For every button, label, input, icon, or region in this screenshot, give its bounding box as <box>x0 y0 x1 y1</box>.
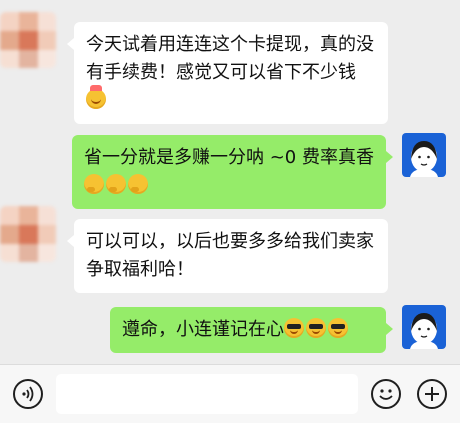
thinking-face-icon <box>106 174 126 194</box>
message-bubble-outgoing[interactable]: 省一分就是多赚一分呐 ~0 费率真香 <box>72 135 393 209</box>
party-face-icon <box>86 85 106 109</box>
message-text: 遵命，小连谨记在心 <box>122 319 284 340</box>
sunglasses-face-icon <box>328 318 348 338</box>
girl-illustration-icon <box>410 141 438 177</box>
message-bubble-outgoing[interactable]: 遵命，小连谨记在心 <box>110 307 393 353</box>
message-text: 可以可以，以后也要多多给我们卖家争取福利哈！ <box>86 231 374 280</box>
message-bubble-incoming[interactable]: 今天试着用连连这个卡提现，真的没有手续费！感觉又可以省下不少钱 <box>67 22 388 124</box>
thinking-face-icon <box>128 174 148 194</box>
sunglasses-face-icon <box>284 318 304 338</box>
input-bar <box>0 364 460 423</box>
contact-avatar[interactable] <box>0 12 56 68</box>
sunglasses-face-icon <box>306 318 326 338</box>
my-avatar[interactable] <box>402 305 446 349</box>
message-bubble-incoming[interactable]: 可以可以，以后也要多多给我们卖家争取福利哈！ <box>67 219 388 293</box>
message-text: 省一分就是多赚一分呐 ~0 费率真香 <box>84 147 374 168</box>
my-avatar[interactable] <box>402 133 446 177</box>
contact-avatar[interactable] <box>0 206 56 262</box>
thinking-face-icon <box>84 174 104 194</box>
plus-icon[interactable] <box>417 379 447 409</box>
message-input[interactable] <box>56 374 358 414</box>
message-text: 今天试着用连连这个卡提现，真的没有手续费！感觉又可以省下不少钱 <box>86 34 374 83</box>
emoji-icon[interactable] <box>371 379 401 409</box>
voice-icon[interactable] <box>13 379 43 409</box>
girl-illustration-icon <box>410 313 438 349</box>
